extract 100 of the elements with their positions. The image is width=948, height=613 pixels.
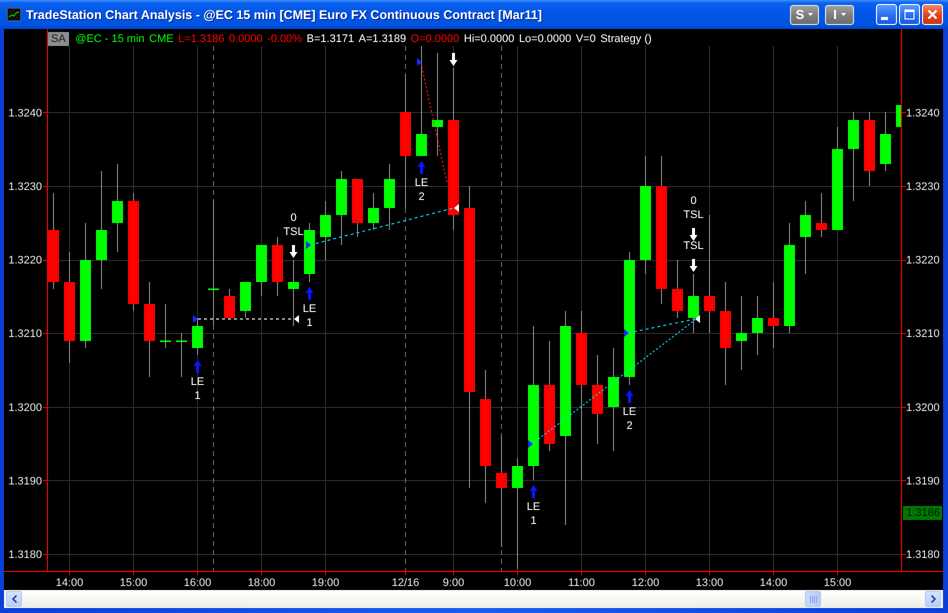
price-label: 1.3220: [906, 254, 940, 267]
signal-count: 2: [418, 191, 425, 203]
triangle-marker-icon: [624, 329, 629, 337]
up-arrow-icon: [194, 360, 202, 373]
maximize-icon: [904, 9, 915, 20]
down-arrow-icon: [690, 228, 698, 241]
time-label: 13:00: [696, 577, 724, 589]
time-label: 9:00: [442, 577, 464, 589]
symbol-info-text: Hi=0.0000: [464, 32, 514, 46]
signal-label: LE: [190, 376, 204, 388]
minimize-button[interactable]: [876, 4, 897, 25]
signal-label: LE: [302, 303, 316, 315]
close-button[interactable]: [922, 4, 943, 25]
time-label: 12:00: [632, 577, 660, 589]
candle: [256, 244, 267, 296]
candle: [816, 192, 827, 238]
time-label: 16:00: [184, 577, 212, 589]
symbol-info-text: A=1.3189: [358, 32, 406, 46]
time-label: 11:00: [568, 577, 595, 589]
signal-count: 0: [690, 195, 697, 207]
signal-label: TSL: [683, 209, 704, 221]
symbol-info-text: O=0.0000: [410, 32, 460, 46]
candle: [272, 236, 283, 296]
maximize-button[interactable]: [899, 4, 920, 25]
price-label: 1.3180: [906, 549, 940, 562]
price-label: 1.3210: [906, 328, 940, 340]
symbol-info-text: -0.00%: [267, 32, 302, 46]
triangle-marker-icon: [454, 204, 459, 212]
price-label: 1.3230: [906, 180, 940, 193]
close-icon: [927, 9, 938, 20]
price-label: 1.3180: [8, 549, 42, 562]
menu-button[interactable]: S: [790, 4, 819, 24]
symbol-info-text: CME: [149, 32, 174, 46]
symbol-info-text: 0.0000: [228, 32, 263, 46]
up-arrow-icon: [418, 161, 426, 174]
down-arrow-icon: [290, 245, 298, 258]
candle: [768, 282, 779, 348]
time-label: 10:00: [504, 577, 532, 589]
symbol-info-text: B=1.3171: [306, 32, 354, 46]
time-label: 15:00: [824, 577, 852, 589]
symbol-info-text: @EC - 15 min: [75, 32, 145, 46]
scroll-left-button[interactable]: [6, 591, 22, 607]
price-label: 1.3240: [906, 107, 940, 120]
signal-label: LE: [622, 406, 636, 418]
grip-icon: [810, 596, 816, 602]
symbol-info-text: V=0: [576, 32, 596, 46]
price-label: 1.3220: [8, 254, 42, 267]
candle: [880, 112, 891, 172]
triangle-marker-icon: [294, 315, 299, 323]
candle: [352, 178, 363, 238]
menu-button[interactable]: I: [825, 4, 854, 24]
triangle-marker-icon: [695, 315, 700, 323]
chart-icon: [7, 8, 21, 21]
price-label: 1.3230: [8, 180, 42, 193]
candle: [368, 192, 379, 230]
signal-label: TSL: [283, 226, 304, 238]
price-label: 1.3210: [8, 328, 42, 340]
price-label: 1.3200: [906, 402, 940, 414]
window-title: TradeStation Chart Analysis - @EC 15 min [CME] Euro FX Continuous Contract [Mar11]: [26, 8, 542, 22]
candle: [320, 200, 331, 260]
up-arrow-icon: [530, 485, 538, 498]
candle: [176, 332, 187, 378]
up-arrow-icon: [306, 287, 314, 300]
scroll-right-button[interactable]: [925, 591, 941, 607]
signal-count: 2: [626, 420, 633, 432]
time-label: 18:00: [248, 577, 276, 589]
up-arrow-icon: [626, 390, 634, 403]
candle: [240, 282, 251, 318]
signal-label: LE: [526, 501, 540, 513]
down-arrow-icon: [690, 259, 698, 272]
candle: [752, 296, 763, 356]
caret-icon: [808, 13, 814, 16]
triangle-marker-icon: [417, 58, 422, 66]
candle: [160, 304, 171, 348]
caret-icon: [840, 13, 846, 16]
candle: [384, 164, 395, 230]
scrollbar-thumb[interactable]: [805, 591, 821, 607]
minimize-icon: [881, 17, 888, 20]
symbol-info-text: L=1.3186: [178, 32, 224, 46]
candle: [288, 260, 299, 326]
time-label: 14:00: [760, 577, 788, 589]
price-label: 1.3240: [8, 107, 42, 120]
symbol-info-text: Strategy (): [600, 32, 652, 46]
price-label: 1.3190: [906, 475, 940, 488]
price-label: 1.3190: [8, 475, 42, 488]
signal-count: 1: [194, 390, 201, 402]
time-label: 15:00: [120, 577, 148, 589]
signal-count: 0: [290, 212, 297, 224]
chart-badge: SA: [48, 32, 69, 46]
last-price-badge: 1.3186: [903, 506, 942, 520]
triangle-marker-icon: [193, 315, 198, 323]
signal-label: TSL: [683, 240, 704, 252]
time-label: 14:00: [56, 577, 84, 589]
triangle-marker-icon: [528, 440, 533, 448]
candle: [224, 288, 235, 318]
time-label: 12/16: [392, 577, 420, 589]
triangle-marker-icon: [306, 241, 311, 249]
candle: [688, 274, 699, 334]
candle: [304, 222, 315, 282]
candle: [896, 105, 901, 127]
